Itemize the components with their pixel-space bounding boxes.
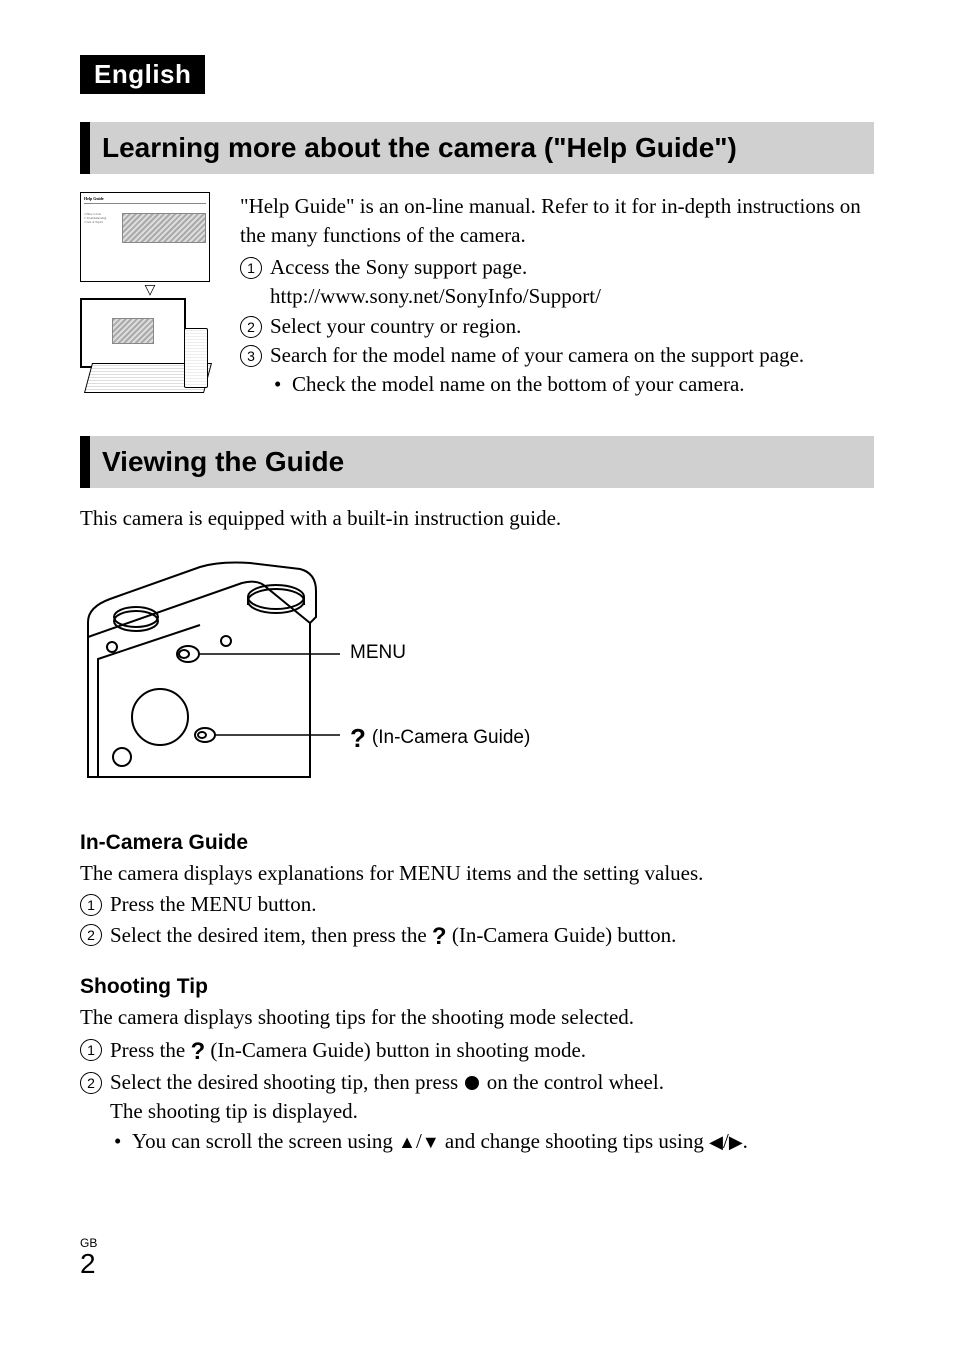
callout-guide-label: (In-Camera Guide)	[372, 727, 530, 749]
st-bullet-middle: and change shooting tips using	[440, 1129, 709, 1153]
st-step-2-bullet: You can scroll the screen using ▲/▼ and …	[110, 1127, 874, 1156]
footer-page-number: 2	[80, 1250, 874, 1278]
callout-menu: MENU	[350, 642, 406, 664]
shooting-tip-title: Shooting Tip	[80, 975, 874, 999]
step-3-bullet: Check the model name on the bottom of yo…	[270, 370, 874, 399]
icg-step-2-suffix: (In-Camera Guide) button.	[447, 923, 677, 947]
up-arrow-icon: ▲	[398, 1132, 416, 1152]
callout-in-camera-guide: ? (In-Camera Guide)	[350, 723, 530, 754]
st-step-2: Select the desired shooting tip, then pr…	[80, 1068, 874, 1156]
camera-diagram: MENU ? (In-Camera Guide)	[80, 547, 874, 797]
viewing-guide-intro: This camera is equipped with a built-in …	[80, 506, 874, 531]
shooting-tip-section: Shooting Tip The camera displays shootin…	[80, 975, 874, 1156]
help-guide-intro-text: "Help Guide" is an on-line manual. Refer…	[240, 192, 874, 251]
in-camera-guide-steps: Press the MENU button. Select the desire…	[80, 890, 874, 953]
help-guide-intro-block: Help Guide □ How to Use□ Troubleshooting…	[80, 192, 874, 400]
laptop-phone-illustration	[80, 298, 210, 393]
footer-region: GB	[80, 1236, 874, 1250]
browser-window-illustration: Help Guide □ How to Use□ Troubleshooting…	[80, 192, 210, 282]
icg-step-1-text: Press the MENU button.	[110, 892, 317, 916]
shooting-tip-steps: Press the ? (In-Camera Guide) button in …	[80, 1035, 874, 1157]
callout-menu-label: MENU	[350, 642, 406, 664]
st-bullet-prefix: You can scroll the screen using	[132, 1129, 398, 1153]
help-guide-text: "Help Guide" is an on-line manual. Refer…	[240, 192, 874, 400]
st-step-2-line2: The shooting tip is displayed.	[110, 1097, 874, 1126]
icg-step-2-prefix: Select the desired item, then press the	[110, 923, 432, 947]
help-guide-illustration: Help Guide □ How to Use□ Troubleshooting…	[80, 192, 220, 400]
down-arrow-icon: ▽	[80, 286, 220, 296]
st-step-2-suffix: on the control wheel.	[481, 1070, 664, 1094]
section-heading-help-guide: Learning more about the camera ("Help Gu…	[80, 122, 874, 174]
page-footer: GB 2	[80, 1236, 874, 1278]
section-heading-viewing-guide: Viewing the Guide	[80, 436, 874, 488]
st-step-1-prefix: Press the	[110, 1038, 191, 1062]
in-camera-guide-section: In-Camera Guide The camera displays expl…	[80, 831, 874, 953]
step-2: Select your country or region.	[240, 312, 874, 341]
center-button-icon	[465, 1076, 479, 1090]
in-camera-guide-intro: The camera displays explanations for MEN…	[80, 859, 874, 888]
in-camera-guide-title: In-Camera Guide	[80, 831, 874, 855]
icg-step-1: Press the MENU button.	[80, 890, 874, 919]
question-icon: ?	[191, 1038, 206, 1065]
language-badge: English	[80, 55, 205, 94]
left-arrow-icon: ◀	[709, 1132, 723, 1152]
step-2-text: Select your country or region.	[270, 314, 521, 338]
shooting-tip-intro: The camera displays shooting tips for th…	[80, 1003, 874, 1032]
st-step-2-prefix: Select the desired shooting tip, then pr…	[110, 1070, 463, 1094]
help-guide-steps: Access the Sony support page. http://www…	[240, 253, 874, 400]
question-icon: ?	[432, 923, 447, 950]
step-3-text: Search for the model name of your camera…	[270, 343, 804, 367]
down-arrow-icon: ▼	[422, 1132, 440, 1152]
st-bullet-suffix: .	[743, 1129, 748, 1153]
icg-step-2: Select the desired item, then press the …	[80, 920, 874, 954]
question-icon: ?	[350, 723, 366, 754]
camera-outline-svg	[80, 547, 340, 797]
st-step-1-suffix: (In-Camera Guide) button in shooting mod…	[205, 1038, 586, 1062]
st-step-1: Press the ? (In-Camera Guide) button in …	[80, 1035, 874, 1069]
step-1-text: Access the Sony support page.	[270, 255, 527, 279]
step-1-url: http://www.sony.net/SonyInfo/Support/	[270, 284, 601, 308]
step-1: Access the Sony support page. http://www…	[240, 253, 874, 312]
step-3: Search for the model name of your camera…	[240, 341, 874, 400]
right-arrow-icon: ▶	[729, 1132, 743, 1152]
